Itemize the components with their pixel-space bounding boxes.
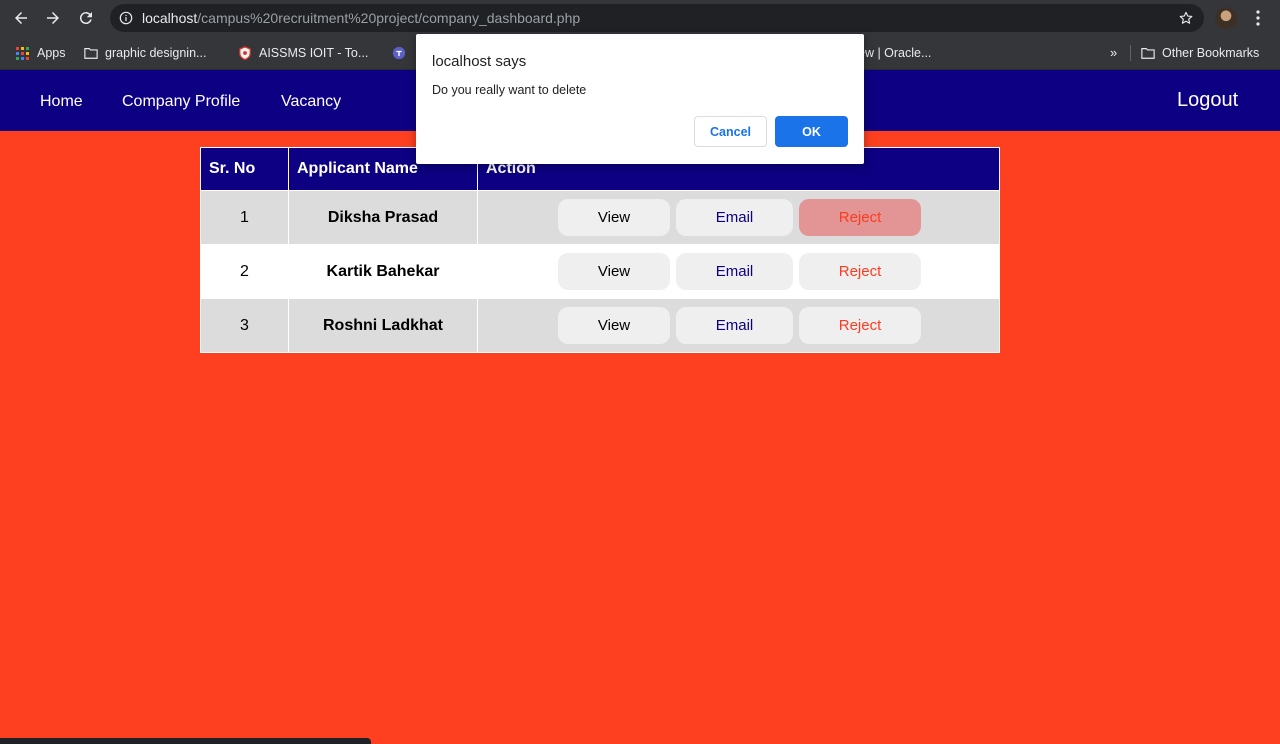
table-row: 1 Diksha Prasad View Email Reject <box>200 190 1000 245</box>
reject-button[interactable]: Reject <box>799 307 921 344</box>
info-icon[interactable] <box>119 11 133 25</box>
dialog-message: Do you really want to delete <box>432 83 587 97</box>
action-cell: View Email Reject <box>477 190 1000 245</box>
bookmark-teams[interactable] <box>392 45 413 61</box>
bookmark-label: graphic designin... <box>105 46 207 60</box>
bookmark-graphic-designing[interactable]: graphic designin... <box>84 45 206 61</box>
url-host: localhost <box>142 10 198 26</box>
forward-arrow-icon[interactable] <box>41 6 65 30</box>
nav-vacancy-link[interactable]: Vacancy <box>281 93 341 111</box>
aissms-logo-icon <box>239 46 251 60</box>
applicant-name-cell: Kartik Bahekar <box>288 244 478 299</box>
teams-icon <box>392 46 406 60</box>
bookmark-label: AISSMS IOIT - To... <box>259 46 369 60</box>
folder-icon <box>84 48 98 59</box>
bookmarks-overflow-chevron[interactable]: » <box>1110 45 1117 60</box>
back-arrow-icon[interactable] <box>9 6 33 30</box>
bookmark-label: Other Bookmarks <box>1162 46 1260 60</box>
email-button[interactable]: Email <box>676 307 793 344</box>
bookmark-oracle[interactable]: ew | Oracle... <box>858 45 931 61</box>
view-button[interactable]: View <box>558 199 670 236</box>
dialog-cancel-button[interactable]: Cancel <box>694 116 767 147</box>
view-button[interactable]: View <box>558 253 670 290</box>
folder-icon <box>1141 48 1155 59</box>
action-cell: View Email Reject <box>477 244 1000 299</box>
reload-icon[interactable] <box>74 6 98 30</box>
status-bar <box>0 738 371 744</box>
action-cell: View Email Reject <box>477 298 1000 353</box>
header-sr-no: Sr. No <box>200 147 289 191</box>
nav-company-profile-link[interactable]: Company Profile <box>122 93 240 111</box>
profile-avatar[interactable] <box>1215 7 1237 29</box>
url-text: localhost/campus%20recruitment%20project… <box>142 10 580 26</box>
sr-no-cell: 2 <box>200 244 289 299</box>
dialog-ok-button[interactable]: OK <box>775 116 848 147</box>
email-button[interactable]: Email <box>676 199 793 236</box>
nav-logout-link[interactable]: Logout <box>1177 89 1238 112</box>
bookmark-aissms[interactable]: AISSMS IOIT - To... <box>238 45 368 61</box>
applicants-table: Sr. No Applicant Name Action 1 Diksha Pr… <box>200 147 1000 353</box>
bookmarks-separator <box>1130 45 1131 61</box>
table-row: 3 Roshni Ladkhat View Email Reject <box>200 298 1000 353</box>
bookmark-star-icon[interactable] <box>1178 10 1194 26</box>
sr-no-cell: 1 <box>200 190 289 245</box>
applicant-name-cell: Roshni Ladkhat <box>288 298 478 353</box>
url-path: /campus%20recruitment%20project/company_… <box>197 10 581 26</box>
sr-no-cell: 3 <box>200 298 289 353</box>
reject-button[interactable]: Reject <box>799 253 921 290</box>
address-bar[interactable]: localhost/campus%20recruitment%20project… <box>110 4 1204 32</box>
reject-button[interactable]: Reject <box>799 199 921 236</box>
table-row: 2 Kartik Bahekar View Email Reject <box>200 244 1000 299</box>
bookmark-label: Apps <box>37 46 66 60</box>
confirm-dialog: localhost says Do you really want to del… <box>416 34 864 164</box>
apps-grid-icon <box>16 46 29 60</box>
bookmark-apps[interactable]: Apps <box>16 45 66 61</box>
browser-toolbar: localhost/campus%20recruitment%20project… <box>0 0 1280 36</box>
bookmark-label: ew | Oracle... <box>858 46 932 60</box>
browser-menu-icon[interactable] <box>1250 8 1266 28</box>
applicant-name-cell: Diksha Prasad <box>288 190 478 245</box>
dialog-title: localhost says <box>432 53 527 70</box>
view-button[interactable]: View <box>558 307 670 344</box>
bookmark-other-bookmarks[interactable]: Other Bookmarks <box>1141 45 1259 61</box>
email-button[interactable]: Email <box>676 253 793 290</box>
nav-home-link[interactable]: Home <box>40 93 83 111</box>
